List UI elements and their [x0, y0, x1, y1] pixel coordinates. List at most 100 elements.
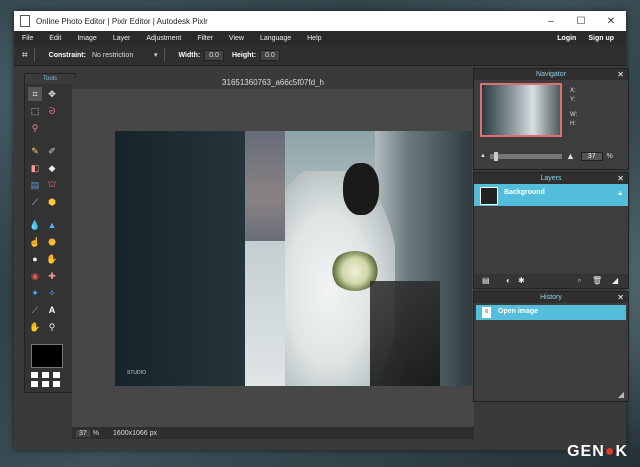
resize-handle-icon[interactable]: ◢ [618, 390, 624, 399]
zoom-input[interactable]: 37 [76, 429, 90, 437]
navigator-header: Navigator ✕ [474, 69, 628, 80]
photo-bench [370, 281, 440, 386]
shape-tool-icon[interactable]: ⬢ [45, 195, 59, 209]
lasso-tool-icon[interactable]: ᘐ [45, 104, 59, 118]
layer-item[interactable]: Background 🔒︎ [474, 184, 628, 206]
menu-image[interactable]: Image [69, 35, 104, 42]
photo-canvas[interactable]: STUDIO [115, 131, 472, 386]
navigator-info: X: Y: W: H: [570, 87, 577, 129]
pencil-tool-icon[interactable]: ✎ [28, 144, 42, 158]
zoom-in-icon[interactable]: ▲ [566, 151, 575, 161]
menu-language[interactable]: Language [252, 35, 299, 42]
width-input[interactable]: 0.0 [204, 49, 224, 61]
zoom-unit: % [92, 429, 100, 437]
sharpen-tool-icon[interactable]: ▲ [45, 218, 59, 232]
bucket-tool-icon[interactable]: ◆ [45, 161, 59, 175]
eraser-tool-icon[interactable]: ◧ [28, 161, 42, 175]
layers-header: Layers ✕ [474, 173, 628, 184]
burn-tool-icon[interactable]: ✋ [45, 252, 59, 266]
menu-edit[interactable]: Edit [41, 35, 69, 42]
height-label: Height: [231, 51, 257, 59]
clone-tool-icon[interactable]: ⟋ [28, 303, 42, 317]
history-item-label: Open image [498, 308, 539, 315]
close-icon[interactable]: ✕ [617, 69, 624, 80]
history-item[interactable]: ≡ Open image [476, 305, 626, 320]
new-layer-icon[interactable]: ▫ [578, 276, 581, 285]
bloat-tool-icon[interactable]: ✦ [28, 286, 42, 300]
login-link[interactable]: Login [551, 35, 582, 42]
redeye-tool-icon[interactable]: ◉ [28, 269, 42, 283]
menu-view[interactable]: View [221, 35, 252, 42]
status-bar: 37 % 1600x1066 px [72, 427, 474, 439]
layers-toolbar: ▤ ◐ ✱ ▫ 🗑︎ ◢ [474, 274, 628, 288]
menu-file[interactable]: File [14, 35, 41, 42]
genk-text-end: K [615, 443, 628, 460]
spot-heal-tool-icon[interactable]: ✚ [45, 269, 59, 283]
navigator-zoom-unit: % [606, 152, 613, 160]
zoom-slider[interactable] [489, 151, 562, 161]
navigator-zoom-input[interactable]: 37 [580, 151, 603, 161]
trash-icon[interactable]: 🗑︎ [592, 276, 602, 285]
constraint-select[interactable]: No restriction [92, 52, 154, 59]
sponge-tool-icon[interactable]: ⬣ [45, 235, 59, 249]
h-label: H: [570, 121, 576, 127]
layer-mask-icon[interactable]: ◐ [506, 276, 511, 285]
menu-layer[interactable]: Layer [105, 35, 139, 42]
gradient-tool-icon[interactable]: ▤ [28, 178, 42, 192]
menu-help[interactable]: Help [299, 35, 329, 42]
layer-name: Background [504, 189, 545, 196]
layer-settings-icon[interactable]: ▤ [482, 276, 490, 285]
stamp-tool-icon[interactable]: ⛫ [45, 178, 59, 192]
navigator-thumbnail[interactable] [480, 83, 562, 137]
canvas-area[interactable]: 31651360763_a66c5f07fd_h STUDIO 37 % 160… [72, 77, 474, 439]
lock-icon: 🔒︎ [618, 190, 622, 197]
hand-tool-icon[interactable]: ✋ [28, 320, 42, 334]
text-tool-icon[interactable]: A [45, 303, 59, 317]
signup-link[interactable]: Sign up [582, 35, 620, 42]
history-header: History ✕ [474, 292, 628, 303]
brush-tool-icon[interactable]: ✐ [45, 144, 59, 158]
divider [163, 48, 165, 62]
tools-panel: Tools ⌗ ✥ ⬚ ᘐ ⚲ ✎ ✐ ◧ ◆ ▤ ⛫ ⟋ ⬢ 💧 ▲ ☝ ⬣ … [24, 73, 76, 393]
close-button[interactable]: ✕ [596, 11, 626, 31]
divider [33, 48, 35, 62]
marquee-tool-icon[interactable]: ⬚ [28, 104, 42, 118]
menu-filter[interactable]: Filter [189, 35, 221, 42]
y-label: Y: [570, 97, 576, 103]
grid-view-icon[interactable] [31, 372, 61, 388]
close-icon[interactable]: ✕ [617, 292, 624, 303]
close-icon[interactable]: ✕ [617, 173, 624, 184]
x-label: X: [570, 88, 576, 94]
height-input[interactable]: 0.0 [260, 49, 280, 61]
layer-styles-icon[interactable]: ✱ [518, 276, 525, 285]
resize-handle-icon[interactable]: ◢ [612, 276, 618, 285]
crop-tool-icon[interactable]: ⌗ [28, 87, 42, 101]
colorpicker-tool-icon[interactable]: ⟋ [28, 195, 42, 209]
constraint-label: Constraint: [48, 51, 86, 59]
menu-bar: File Edit Image Layer Adjustment Filter … [14, 31, 626, 45]
image-dimensions: 1600x1066 px [113, 429, 158, 437]
layer-thumbnail [480, 187, 498, 205]
zoom-out-icon[interactable]: ▲ [480, 153, 486, 159]
zoom-tool-icon[interactable]: ⚲ [45, 320, 59, 334]
drop-tool-icon[interactable]: 💧 [28, 218, 42, 232]
title-bar: Online Photo Editor | Pixlr Editor | Aut… [14, 11, 626, 31]
wand-tool-icon[interactable]: ⚲ [28, 121, 42, 135]
tools-header: Tools [25, 74, 75, 84]
color-swatch[interactable] [31, 344, 63, 368]
layers-panel: Layers ✕ Background 🔒︎ ▤ ◐ ✱ ▫ 🗑︎ ◢ [473, 172, 629, 289]
dodge-tool-icon[interactable]: ● [28, 252, 42, 266]
maximize-button[interactable]: ☐ [566, 11, 596, 31]
smudge-tool-icon[interactable]: ☝ [28, 235, 42, 249]
document-icon [20, 15, 30, 27]
minimize-button[interactable]: – [536, 11, 566, 31]
zoom-slider-knob[interactable] [493, 151, 498, 161]
options-bar: ⌗ Constraint: No restriction ▾ Width: 0.… [14, 45, 626, 66]
move-tool-icon[interactable]: ✥ [45, 87, 59, 101]
pinch-tool-icon[interactable]: ✧ [45, 286, 59, 300]
history-document-icon: ≡ [482, 307, 491, 318]
menu-adjustment[interactable]: Adjustment [138, 35, 189, 42]
genk-o-icon: ● [604, 443, 616, 460]
window-title: Online Photo Editor | Pixlr Editor | Aut… [36, 16, 208, 26]
chevron-down-icon[interactable]: ▾ [154, 51, 158, 59]
